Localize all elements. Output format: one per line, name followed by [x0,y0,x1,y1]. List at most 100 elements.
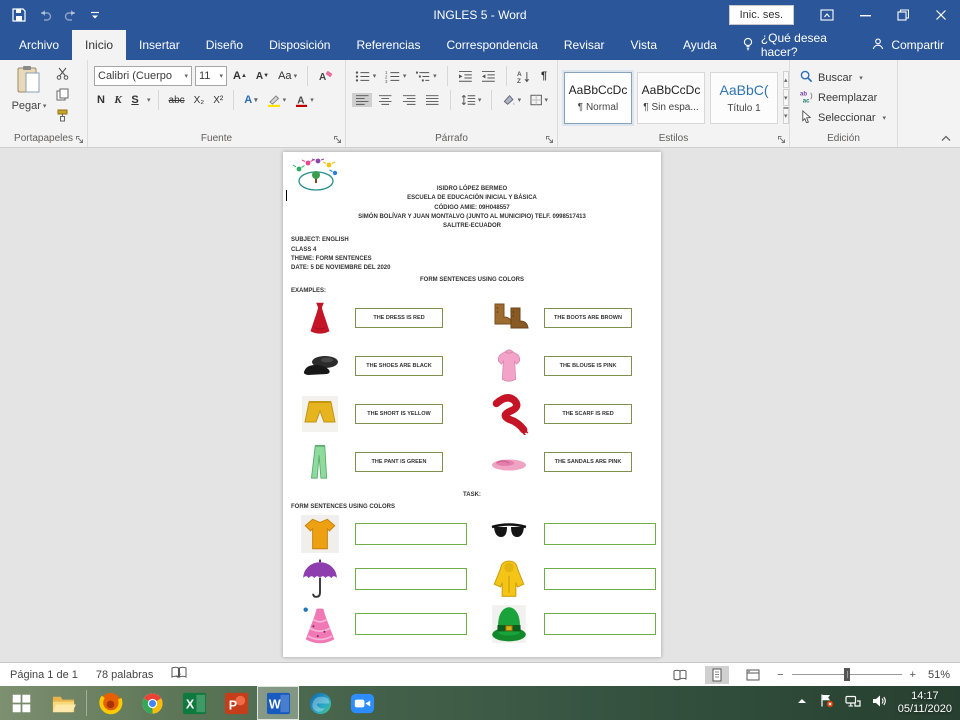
justify-icon[interactable] [422,93,442,107]
editing-command[interactable]: Seleccionar ▾ [800,109,891,126]
tray-network-icon[interactable] [845,694,861,713]
line-spacing-icon[interactable]: ▾ [458,93,485,107]
outdent-icon[interactable] [455,69,476,84]
dialog-launcher-icon[interactable] [333,135,342,144]
taskbar-app-firefox[interactable] [89,686,131,720]
font-color-icon[interactable]: A▾ [292,93,317,108]
qat-customize-icon[interactable] [90,10,100,20]
zoom-out-icon[interactable]: − [777,669,783,681]
taskbar-app-start[interactable] [0,686,42,720]
superscript-button[interactable]: X² [210,94,226,107]
style-card[interactable]: AaBbCcDc ¶ Sin espa... [637,72,705,124]
multilevel-list-icon[interactable]: ▾ [412,69,439,84]
sign-in-button[interactable]: Inic. ses. [729,5,794,25]
sort-icon[interactable]: AZ [514,69,534,84]
style-name: ¶ Sin espa... [643,102,698,113]
print-layout-icon[interactable] [705,666,729,684]
zoom-level[interactable]: 51% [928,669,950,681]
bold-button[interactable]: N [94,93,108,107]
zoom-in-icon[interactable]: + [910,669,916,681]
font-size-select[interactable]: 11▾ [195,66,227,86]
dialog-launcher-icon[interactable] [545,135,554,144]
style-card[interactable]: AaBbCcDc ¶ Normal [564,72,632,124]
copy-icon[interactable] [56,88,69,104]
ribbon-tab[interactable]: Insertar [126,30,193,60]
strikethrough-button[interactable]: abc [166,94,188,107]
editing-command[interactable]: abac Reemplazar [800,89,891,106]
align-right-icon[interactable] [399,93,419,107]
dialog-launcher-icon[interactable] [777,135,786,144]
underline-button[interactable]: S [128,93,142,107]
italic-button[interactable]: K [111,93,125,107]
save-icon[interactable] [12,8,26,22]
page-count[interactable]: Página 1 de 1 [10,669,78,681]
subscript-button[interactable]: X₂ [191,94,208,107]
restore-icon[interactable] [884,0,922,30]
pilcrow-button[interactable]: ¶ [537,69,551,83]
shading-icon[interactable]: ▾ [499,93,524,107]
dialog-launcher-icon[interactable] [75,135,84,144]
close-icon[interactable] [922,0,960,30]
taskbar-app-excel[interactable]: X [173,686,215,720]
taskbar-app-explorer[interactable] [42,686,84,720]
editing-command[interactable]: Buscar ▾ [800,69,891,86]
proofing-icon[interactable] [171,666,187,683]
minimize-icon[interactable] [846,0,884,30]
zoom-slider[interactable]: − + [777,669,916,681]
styles-scroll-down-icon[interactable]: ▾ [783,89,789,106]
taskbar-app-edge[interactable] [299,686,341,720]
zoom-track[interactable] [792,674,902,675]
taskbar-app-zoomapp[interactable] [341,686,383,720]
system-tray: 14:17 05/11/2020 [796,690,960,716]
ribbon-tab[interactable]: Referencias [343,30,433,60]
bullet-list-icon[interactable]: ▾ [352,69,379,84]
ribbon-display-icon[interactable] [808,0,846,30]
styles-gallery-expand-icon[interactable]: ▾ [783,107,789,124]
align-left-icon[interactable] [352,93,372,107]
ribbon-tab[interactable]: Correspondencia [433,30,550,60]
cut-icon[interactable] [56,67,69,83]
share-button[interactable]: Compartir [856,30,960,60]
ribbon-tab[interactable]: Revisar [551,30,618,60]
ribbon-tab[interactable]: Vista [618,30,670,60]
read-mode-icon[interactable] [667,667,693,683]
styles-scroll-up-icon[interactable]: ▴ [783,71,789,88]
ribbon-tab[interactable]: Disposición [256,30,343,60]
word-count[interactable]: 78 palabras [96,669,154,681]
taskbar-app-chrome[interactable] [131,686,173,720]
borders-icon[interactable]: ▾ [527,93,551,107]
ribbon-tab[interactable]: Diseño [193,30,256,60]
change-case-button[interactable]: Aa▾ [275,69,300,83]
school-header-line: ESCUELA DE EDUCACIÓN INICIAL Y BÁSICA [283,194,661,203]
text-effects-button[interactable]: A▾ [241,93,260,107]
collapse-ribbon-icon[interactable] [940,133,952,145]
ribbon-tab[interactable]: Ayuda [670,30,730,60]
ribbon-tab[interactable]: Archivo [6,30,72,60]
redo-icon[interactable] [64,9,78,21]
indent-icon[interactable] [478,69,499,84]
ribbon: Pegar▾ Portapapeles Calibri (Cuerpo▾ 11▾… [0,60,960,148]
shrink-font-button[interactable]: A▼ [253,70,272,83]
align-center-icon[interactable] [375,93,395,107]
zoom-thumb[interactable] [844,668,850,681]
font-name-select[interactable]: Calibri (Cuerpo▾ [94,66,192,86]
numbered-list-icon[interactable]: 123▾ [382,69,409,84]
document-page[interactable]: ISIDRO LÓPEZ BERMEOESCUELA DE EDUCACIÓN … [283,152,661,657]
paste-button[interactable]: Pegar▾ [6,65,52,130]
clear-format-icon[interactable]: A [315,69,336,84]
taskbar-app-word[interactable]: W [257,686,299,720]
undo-icon[interactable] [38,9,52,21]
ribbon-tab[interactable]: Inicio [72,30,126,60]
highlight-icon[interactable]: ▾ [264,93,290,108]
taskbar-app-powerpoint[interactable]: P [215,686,257,720]
taskbar-clock[interactable]: 14:17 05/11/2020 [898,690,952,716]
tray-hidden-icon[interactable] [796,694,808,712]
tray-volume-icon[interactable] [872,694,887,713]
tell-me-button[interactable]: ¿Qué desea hacer? [730,30,856,60]
format-painter-icon[interactable] [56,109,69,125]
web-layout-icon[interactable] [741,666,765,684]
tray-alert-icon[interactable] [819,693,834,713]
grow-font-button[interactable]: A▲ [230,69,250,83]
style-card[interactable]: AaBbC( Título 1 [710,72,778,124]
document-area[interactable]: ISIDRO LÓPEZ BERMEOESCUELA DE EDUCACIÓN … [0,148,960,662]
